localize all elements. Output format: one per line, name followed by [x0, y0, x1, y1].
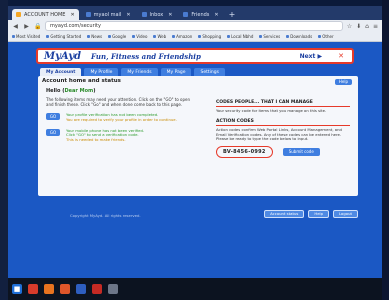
bookmark-icon	[259, 35, 263, 38]
new-tab-button[interactable]: +	[226, 9, 239, 20]
bookmark-icon	[198, 35, 202, 38]
star-icon[interactable]: ☆	[347, 23, 352, 30]
tab-close-icon[interactable]: ✕	[70, 12, 74, 18]
action-description: Your profile verification has not been c…	[66, 112, 177, 122]
code-row: BV-8456-0992 Submit code	[216, 146, 350, 159]
action-code-field[interactable]: BV-8456-0992	[216, 146, 273, 159]
site-logo[interactable]: MyAyd	[38, 51, 81, 62]
red-underline	[216, 124, 350, 126]
favicon-icon	[16, 12, 21, 17]
action-item: GO Your profile verification has not bee…	[46, 112, 196, 123]
close-icon[interactable]: ✕	[338, 52, 344, 60]
friends-codes-title: CODES PEOPLE... THAT I CAN MANAGE	[216, 100, 313, 105]
bookmark-icon	[318, 35, 322, 38]
app-red-icon[interactable]	[28, 284, 38, 294]
bookmark-item[interactable]: Services	[259, 34, 280, 39]
browser-tab-2[interactable]: myaol mail ✕	[82, 9, 135, 20]
next-link[interactable]: Next ▶	[300, 53, 323, 60]
bookmark-item[interactable]: Local Nbhd	[227, 34, 253, 39]
footer-text: Copyright MyAyd. All rights reserved.	[70, 213, 141, 218]
bookmark-icon	[46, 35, 50, 38]
photo-frame-right	[382, 0, 389, 300]
help-button[interactable]: Help	[334, 79, 352, 85]
bookmark-item[interactable]: News	[87, 34, 102, 39]
bookmark-icon	[87, 35, 91, 38]
footer-buttons: Account status Help Logout	[264, 210, 358, 218]
logout-button[interactable]: Logout	[333, 210, 358, 218]
tab-label: Inbox	[149, 11, 164, 18]
bookmarks-bar: Most Visited Getting Started News Google…	[8, 32, 382, 42]
tab-label: Friends	[191, 11, 210, 18]
favicon-icon	[141, 12, 147, 17]
bookmark-icon	[108, 35, 112, 38]
friends-codes-text: Your security code for items that you ma…	[216, 108, 327, 113]
app-blue-icon[interactable]	[76, 284, 86, 294]
action-codes-text: Action codes confirm Web Portal Links, A…	[216, 126, 342, 142]
bookmark-item[interactable]: Amazon	[172, 34, 192, 39]
red-underline	[216, 106, 350, 107]
forward-icon[interactable]: ▶	[23, 23, 30, 30]
bookmark-icon	[227, 35, 231, 38]
bookmark-item[interactable]: Most Visited	[12, 34, 40, 39]
browser-tab-4[interactable]: Friends ✕	[179, 9, 222, 20]
address-bar: ◀ ▶ 🔒 myayd.com/security ☆ ⬇ ⌂ ≡	[8, 20, 382, 32]
bookmark-item[interactable]: Video	[132, 34, 147, 39]
tab-label: myaol mail	[93, 11, 122, 18]
monitor-screen: ACCOUNT HOME ✕ myaol mail ✕ Inbox ✕ Frie…	[8, 6, 382, 278]
browser-tab-strip: ACCOUNT HOME ✕ myaol mail ✕ Inbox ✕ Frie…	[8, 6, 382, 20]
bookmark-item[interactable]: Web	[153, 34, 166, 39]
intro-text: The following items may need your attent…	[46, 97, 191, 107]
bookmark-icon	[172, 35, 176, 38]
tab-close-icon[interactable]: ✕	[214, 12, 218, 18]
lock-icon: 🔒	[34, 22, 42, 30]
greeting: Hello (Dear Mom)	[46, 88, 96, 94]
download-icon[interactable]: ⬇	[356, 23, 361, 30]
greeting-name: Dear Mom	[64, 88, 94, 94]
taskbar: ■	[8, 278, 382, 300]
go-button[interactable]: GO	[46, 113, 60, 120]
bookmark-item[interactable]: Other	[318, 34, 334, 39]
home-icon[interactable]: ⌂	[365, 23, 369, 30]
url-input[interactable]: myayd.com/security	[45, 21, 343, 31]
browser-tab-3[interactable]: Inbox ✕	[138, 9, 177, 20]
action-codes-title: ACTION CODES	[216, 118, 254, 124]
app-red-icon-2[interactable]	[92, 284, 102, 294]
windows-start-icon[interactable]: ■	[12, 284, 22, 294]
submit-code-button[interactable]: Submit code	[282, 148, 320, 157]
site-content: MyAyd Fun, Fitness and Friendship Next ▶…	[8, 42, 382, 278]
tab-close-icon[interactable]: ✕	[126, 12, 130, 18]
account-status-button[interactable]: Account status	[264, 210, 305, 218]
codes-section: CODES PEOPLE... THAT I CAN MANAGE Your s…	[216, 100, 350, 159]
site-header: MyAyd Fun, Fitness and Friendship Next ▶…	[36, 48, 354, 64]
back-icon[interactable]: ◀	[12, 23, 19, 30]
favicon-icon	[85, 12, 91, 17]
bookmark-icon	[286, 35, 290, 38]
app-orange-icon[interactable]	[44, 284, 54, 294]
bookmark-icon	[132, 35, 136, 38]
app-firefox-icon[interactable]	[60, 284, 70, 294]
site-tagline: Fun, Fitness and Friendship	[91, 51, 201, 61]
bookmark-icon	[153, 35, 157, 38]
bookmark-item[interactable]: Downloads	[286, 34, 312, 39]
attention-items: Hello (Dear Mom) The following items may…	[46, 88, 196, 143]
browser-tab-account-home[interactable]: ACCOUNT HOME ✕	[12, 9, 79, 20]
page-title: Account home and status	[42, 78, 121, 84]
menu-icon[interactable]: ≡	[373, 23, 378, 30]
footer-help-button[interactable]: Help	[308, 210, 329, 218]
tab-label: ACCOUNT HOME	[24, 11, 66, 18]
action-item: GO Your mobile phone has not been verifi…	[46, 127, 196, 143]
bookmark-item[interactable]: Getting Started	[46, 34, 81, 39]
action-description: Your mobile phone has not been verified.…	[66, 127, 145, 143]
photo-frame-left	[0, 0, 8, 300]
bookmark-icon	[12, 35, 15, 38]
bookmark-item[interactable]: Google	[108, 34, 126, 39]
go-button[interactable]: GO	[46, 128, 60, 136]
bookmark-item[interactable]: Shopping	[198, 34, 221, 39]
app-tool-icon[interactable]	[108, 284, 118, 294]
tab-close-icon[interactable]: ✕	[168, 12, 172, 18]
favicon-icon	[183, 12, 189, 17]
account-status-panel: Account home and status Help Hello (Dear…	[38, 76, 358, 196]
